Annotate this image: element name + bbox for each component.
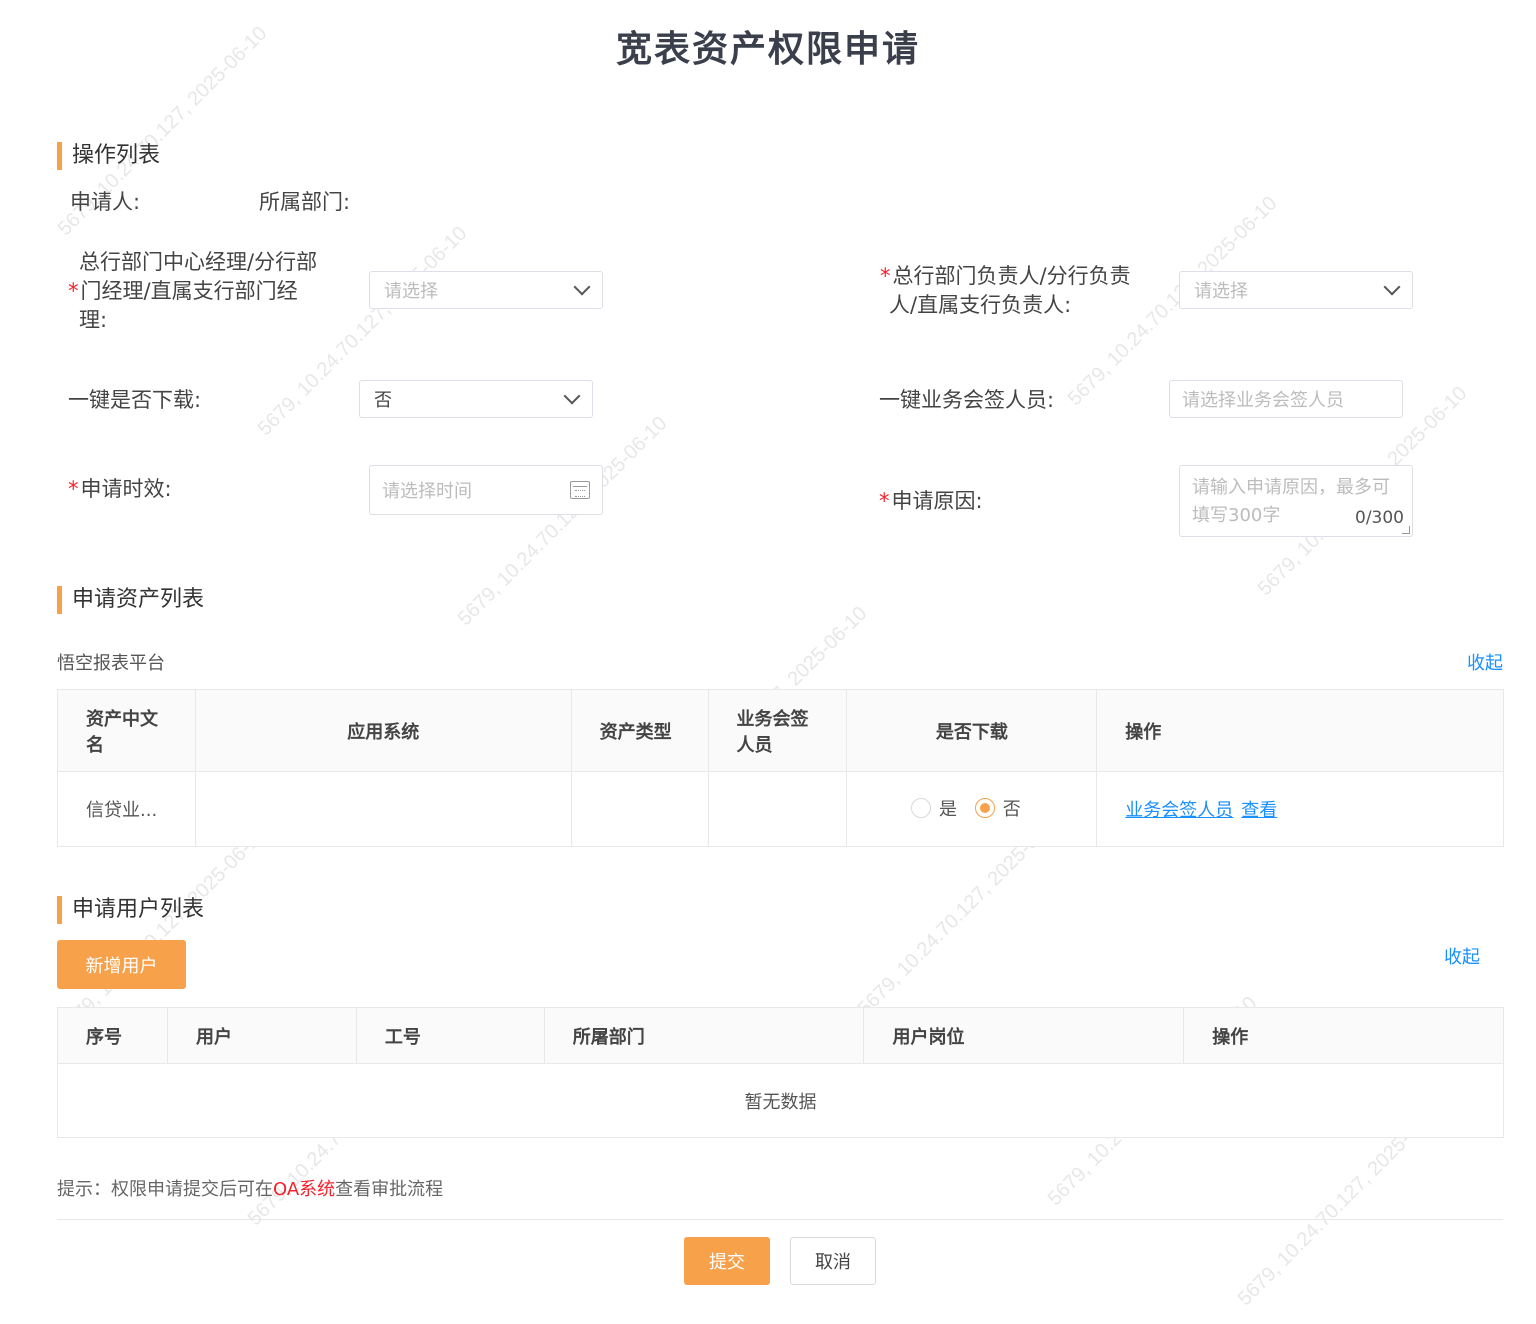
col-header-countersign: 业务会签 人员 xyxy=(707,689,848,772)
select-placeholder: 请选择 xyxy=(384,281,438,302)
users-table: 序号 用户 工号 所屠部门 用户岗位 操作 暂无数据 xyxy=(57,1007,1504,1138)
col-header-department: 所屠部门 xyxy=(543,1007,865,1064)
application-form-page: 宽表资产权限申请 操作列表 申请人: 所属部门: 总行部门中心经理/分行部 *门… xyxy=(0,0,1536,1324)
chevron-down-icon xyxy=(1383,278,1401,296)
users-collapse-link[interactable]: 收起 xyxy=(1444,943,1480,969)
dept-head-label-line1: *总行部门负责人/分行负责 xyxy=(880,264,1131,288)
col-header-operation: 操作 xyxy=(1096,689,1504,772)
radio-yes[interactable]: 是 xyxy=(911,795,957,821)
col-header-asset-name: 资产中文名 xyxy=(57,689,196,772)
calendar-icon xyxy=(570,481,590,499)
input-placeholder: 请选择时间 xyxy=(382,481,472,502)
apply-duration-label: *申请时效: xyxy=(68,477,172,501)
select-value: 否 xyxy=(374,390,392,411)
platform-label: 悟空报表平台 xyxy=(57,653,165,674)
col-header-operation: 操作 xyxy=(1183,1007,1504,1064)
apply-reason-label: *申请原因: xyxy=(879,489,983,513)
cell-app-system xyxy=(194,771,572,847)
one-click-download-label: 一键是否下载: xyxy=(68,388,202,412)
dept-head-select[interactable]: 请选择 xyxy=(1179,271,1413,309)
input-placeholder: 请选择业务会签人员 xyxy=(1182,390,1344,411)
empty-state-text: 暂无数据 xyxy=(57,1063,1504,1138)
apply-reason-textarea[interactable]: 请输入申请原因，最多可 填写300字 0/300 xyxy=(1179,465,1413,537)
radio-no[interactable]: 否 xyxy=(974,795,1021,821)
radio-checked-icon xyxy=(974,798,995,818)
countersign-link[interactable]: 业务会签人员 xyxy=(1125,800,1233,821)
section-title-operations: 操作列表 xyxy=(57,142,160,170)
center-manager-label-line2: *门经理/直属支行部门经 xyxy=(68,279,298,303)
assets-table-header: 资产中文名 应用系统 资产类型 业务会签 人员 是否下载 操作 xyxy=(57,689,1504,772)
assets-collapse-link[interactable]: 收起 xyxy=(1467,649,1503,675)
cancel-button[interactable]: 取消 xyxy=(790,1237,876,1285)
one-click-download-select[interactable]: 否 xyxy=(359,380,593,418)
add-user-button[interactable]: 新增用户 xyxy=(57,940,186,989)
cell-asset-type xyxy=(570,771,709,847)
table-row: 信贷业... 是 否 业务会签人员 查看 xyxy=(57,771,1504,847)
apply-duration-datepicker[interactable]: 请选择时间 xyxy=(369,465,603,515)
chevron-down-icon xyxy=(573,278,591,296)
submit-button[interactable]: 提交 xyxy=(684,1237,770,1285)
cell-download: 是 否 xyxy=(846,771,1098,847)
countersign-input[interactable]: 请选择业务会签人员 xyxy=(1169,380,1403,418)
cell-countersign xyxy=(707,771,848,847)
hint-highlight: OA系统 xyxy=(273,1179,336,1200)
cell-asset-name: 信贷业... xyxy=(57,771,196,847)
col-header-user: 用户 xyxy=(166,1007,357,1064)
select-placeholder: 请选择 xyxy=(1194,281,1248,302)
one-click-countersign-label: 一键业务会签人员: xyxy=(879,388,1055,412)
col-header-app-system: 应用系统 xyxy=(194,689,572,772)
resize-handle-icon[interactable] xyxy=(1402,526,1410,534)
cell-operation: 业务会签人员 查看 xyxy=(1096,771,1504,847)
empty-row: 暂无数据 xyxy=(57,1063,1504,1138)
applicant-label: 申请人: xyxy=(70,190,141,214)
assets-table: 资产中文名 应用系统 资产类型 业务会签 人员 是否下载 操作 信贷业... 是 … xyxy=(57,689,1504,847)
dept-head-label-line2: 人/直属支行负责人: xyxy=(889,293,1072,317)
col-header-asset-type: 资产类型 xyxy=(570,689,709,772)
section-title-users: 申请用户列表 xyxy=(57,896,204,924)
textarea-placeholder-line1: 请输入申请原因，最多可 xyxy=(1192,477,1390,498)
center-manager-label-line3: 理: xyxy=(79,308,108,332)
hint-text: 提示：权限申请提交后可在OA系统查看审批流程 xyxy=(57,1179,444,1200)
users-table-header: 序号 用户 工号 所屠部门 用户岗位 操作 xyxy=(57,1007,1504,1064)
department-label: 所属部门: xyxy=(259,190,351,214)
section-title-assets: 申请资产列表 xyxy=(57,586,204,614)
center-manager-label-line1: 总行部门中心经理/分行部 xyxy=(79,250,318,274)
col-header-employee-id: 工号 xyxy=(355,1007,545,1064)
footer-divider xyxy=(57,1219,1503,1220)
char-counter: 0/300 xyxy=(1355,508,1404,528)
col-header-position: 用户岗位 xyxy=(863,1007,1185,1064)
view-link[interactable]: 查看 xyxy=(1241,800,1277,821)
col-header-index: 序号 xyxy=(57,1007,168,1064)
col-header-download: 是否下载 xyxy=(846,689,1098,772)
chevron-down-icon xyxy=(563,387,581,405)
radio-circle-icon xyxy=(911,798,931,818)
page-title: 宽表资产权限申请 xyxy=(615,29,920,70)
center-manager-select[interactable]: 请选择 xyxy=(369,271,603,309)
